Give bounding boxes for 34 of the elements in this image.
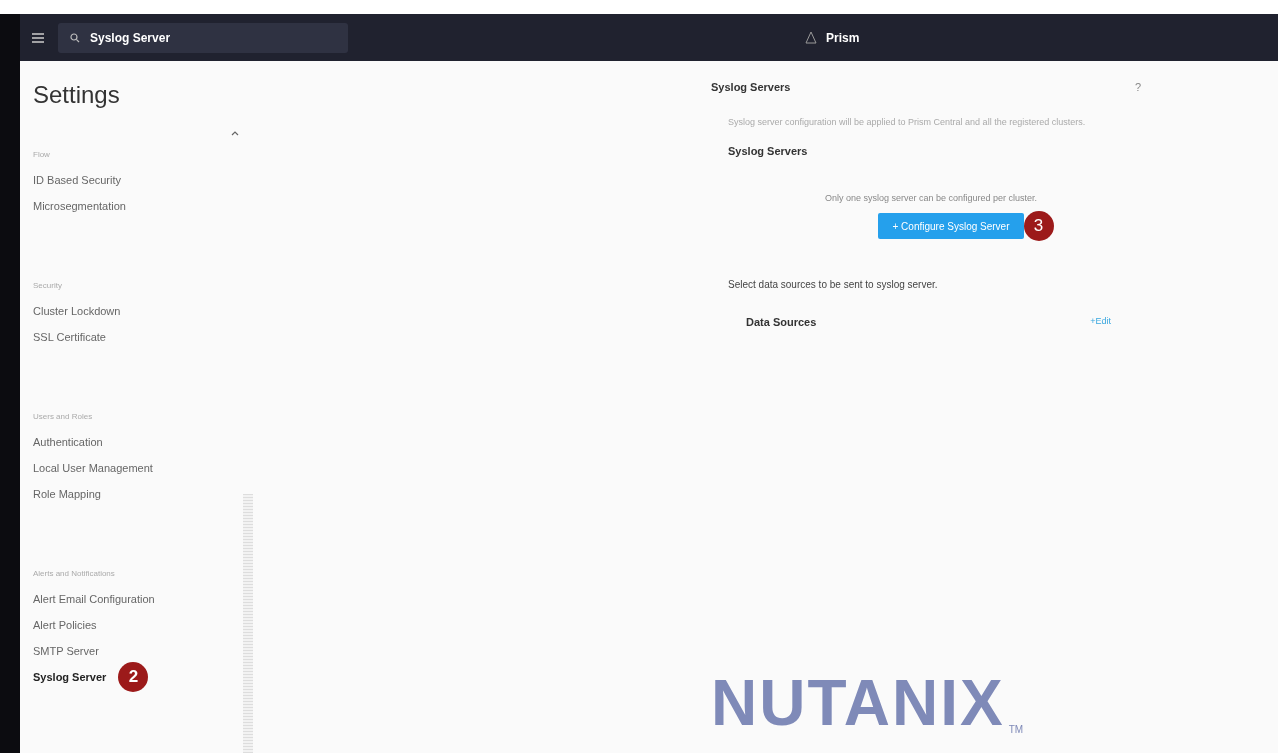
sidebar-item[interactable]: ID Based Security [33,167,243,193]
search-icon [70,32,80,43]
trademark-mark: TM [1008,724,1024,735]
collapse-icon[interactable] [231,131,239,136]
page-title: Settings [33,81,121,109]
step-badge: 3 [1023,211,1054,241]
sidebar-item[interactable]: Microsegmentation [33,193,243,219]
sidebar-item[interactable]: Alert Policies [33,612,243,638]
menu-icon[interactable] [32,32,44,43]
sidebar-item[interactable]: Local User Management [33,455,243,481]
sidebar-item[interactable]: Alert Email Configuration [33,586,243,612]
section-title: Syslog Servers [728,145,809,157]
group-heading: Users and Roles [33,412,94,421]
search-field[interactable]: Syslog Server [58,22,348,53]
note-text: Only one syslog server can be configured per cluster. [823,193,1039,203]
sidebar-item[interactable]: Authentication [33,429,243,455]
sidebar-item[interactable]: Syslog Server 2 [33,664,243,690]
group-heading: Security [33,281,63,290]
sidebar-item[interactable]: SSL Certificate [33,324,243,350]
help-link[interactable]: ? [1134,81,1141,93]
sources-label: Data Sources [746,316,817,328]
app-name: Prism [826,30,860,45]
sources-hint: Select data sources to be sent to syslog server. [728,279,939,290]
scrollbar[interactable] [243,494,253,753]
description: Syslog server configuration will be applied to Prism Central and all the registered clusters. [728,116,1087,129]
sidebar-item[interactable]: Role Mapping [33,481,243,507]
prism-icon [804,30,818,45]
panel-title: Syslog Servers [711,81,791,93]
group-heading: Flow [33,150,51,159]
sidebar-item[interactable]: SMTP Server [33,638,243,664]
group-heading: Alerts and Notifications [33,569,116,578]
step-badge: 2 [118,662,149,692]
brand-logo: NUTANIX [711,671,1005,735]
sidebar-item[interactable]: Cluster Lockdown [33,298,243,324]
